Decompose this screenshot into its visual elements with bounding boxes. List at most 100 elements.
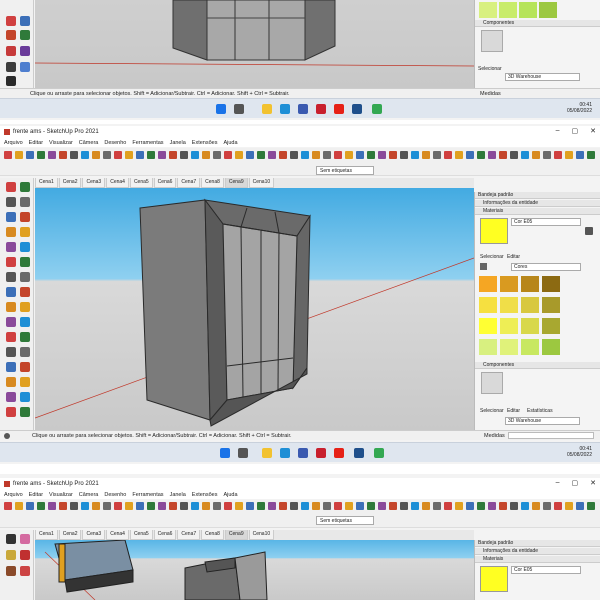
toolbar-tool-icon[interactable] — [510, 502, 518, 510]
toolbar-tool-icon[interactable] — [213, 151, 221, 159]
maximize-icon[interactable]: ▢ — [572, 127, 579, 135]
scene-tab[interactable]: Cena5 — [129, 178, 153, 188]
scene-tab[interactable]: Cena4 — [106, 178, 129, 188]
scene-tab[interactable]: Cena4 — [106, 530, 129, 540]
color-swatch[interactable] — [521, 318, 539, 334]
material-name-field[interactable]: Cor E05 — [511, 218, 581, 226]
orbit-icon[interactable] — [6, 46, 16, 56]
select-tab[interactable]: Selecionar — [478, 66, 502, 72]
toolbar-tool-icon[interactable] — [301, 502, 309, 510]
toolbar-tool-icon[interactable] — [411, 151, 419, 159]
menu-camera[interactable]: Câmera — [79, 140, 99, 146]
color-swatch[interactable] — [479, 339, 497, 355]
toolbar-tool-icon[interactable] — [532, 151, 540, 159]
toolbar-tool-icon[interactable] — [125, 151, 133, 159]
scene-tab[interactable]: Cena1 — [35, 530, 58, 540]
toolbar-tool-icon[interactable] — [433, 502, 441, 510]
scene-tab-active[interactable]: Cena9 — [224, 530, 248, 540]
eraser-icon[interactable] — [20, 534, 30, 544]
toolbar-tool-icon[interactable] — [224, 151, 232, 159]
mcafee-icon[interactable] — [316, 448, 326, 458]
clock[interactable]: 00:41 05/08/2022 — [567, 102, 592, 114]
toolbar-tool-icon[interactable] — [114, 151, 122, 159]
toolbar-tool-icon[interactable] — [70, 151, 78, 159]
side-tool-icon[interactable] — [6, 212, 16, 222]
explorer-icon[interactable] — [262, 448, 272, 458]
toolbar-tool-icon[interactable] — [323, 502, 331, 510]
toolbar-tool-icon[interactable] — [246, 151, 254, 159]
toolbar-tool-icon[interactable] — [554, 151, 562, 159]
toolbar-tool-icon[interactable] — [499, 151, 507, 159]
color-swatch[interactable] — [500, 339, 518, 355]
start-icon[interactable] — [220, 448, 230, 458]
toolbar-tool-icon[interactable] — [499, 502, 507, 510]
sketchup-layout-icon[interactable] — [372, 104, 382, 114]
side-tool-icon[interactable] — [20, 182, 30, 192]
edit-tab[interactable]: Editar — [507, 254, 520, 260]
toolbar-tool-icon[interactable] — [257, 151, 265, 159]
color-swatch[interactable] — [479, 318, 497, 334]
select-icon[interactable] — [6, 534, 16, 544]
sketchup-layout-icon[interactable] — [374, 448, 384, 458]
toolbar-tool-icon[interactable] — [147, 502, 155, 510]
toolbar-tool-icon[interactable] — [48, 151, 56, 159]
toolbar-tool-icon[interactable] — [257, 502, 265, 510]
scene-tab[interactable]: Cena2 — [58, 178, 82, 188]
side-tool-icon[interactable] — [6, 197, 16, 207]
toolbar-tool-icon[interactable] — [565, 151, 573, 159]
zoom-extents-icon[interactable] — [20, 62, 30, 72]
toolbar-tool-icon[interactable] — [4, 151, 12, 159]
color-swatch[interactable] — [500, 276, 518, 292]
toolbar-tool-icon[interactable] — [290, 502, 298, 510]
scene-tab[interactable]: Cena1 — [35, 178, 58, 188]
zoom-icon[interactable] — [6, 62, 16, 72]
color-swatch[interactable] — [542, 339, 560, 355]
swatch[interactable] — [539, 2, 557, 18]
toolbar-tool-icon[interactable] — [323, 151, 331, 159]
side-tool-icon[interactable] — [20, 212, 30, 222]
toolbar-tool-icon[interactable] — [543, 502, 551, 510]
close-icon[interactable]: ✕ — [590, 479, 596, 487]
store-icon[interactable] — [298, 104, 308, 114]
toolbar-tool-icon[interactable] — [136, 151, 144, 159]
toolbar-tool-icon[interactable] — [444, 151, 452, 159]
clock[interactable]: 00:41 05/08/2022 — [567, 446, 592, 458]
toolbar-tool-icon[interactable] — [48, 502, 56, 510]
color-swatch[interactable] — [542, 318, 560, 334]
scene-tab[interactable]: Cena10 — [248, 178, 275, 188]
toolbar-tool-icon[interactable] — [191, 502, 199, 510]
minimize-icon[interactable]: – — [556, 127, 560, 135]
toolbar-tool-icon[interactable] — [389, 502, 397, 510]
toolbar-tool-icon[interactable] — [345, 502, 353, 510]
material-name-field[interactable]: Cor E05 — [511, 566, 581, 574]
scene-tab-active[interactable]: Cena9 — [224, 178, 248, 188]
maximize-icon[interactable]: ▢ — [572, 479, 579, 487]
toolbar-tool-icon[interactable] — [15, 151, 23, 159]
toolbar-tool-icon[interactable] — [268, 502, 276, 510]
scene-tab[interactable]: Cena10 — [248, 530, 275, 540]
pan-icon[interactable] — [20, 46, 30, 56]
side-tool-icon[interactable] — [20, 332, 30, 342]
walk-icon[interactable] — [6, 76, 16, 86]
viewport[interactable]: Cena1 Cena2 Cena3 Cena4 Cena5 Cena6 Cena… — [35, 530, 474, 600]
toolbar-tool-icon[interactable] — [400, 502, 408, 510]
toolbar-tool-icon[interactable] — [70, 502, 78, 510]
menu-visualizar[interactable]: Visualizar — [49, 492, 73, 498]
toolbar-tool-icon[interactable] — [147, 151, 155, 159]
toolbar-tool-icon[interactable] — [576, 502, 584, 510]
toolbar-tool-icon[interactable] — [279, 151, 287, 159]
toolbar-tool-icon[interactable] — [81, 502, 89, 510]
toolbar-tool-icon[interactable] — [224, 502, 232, 510]
toolbar-tool-icon[interactable] — [4, 502, 12, 510]
explorer-icon[interactable] — [262, 104, 272, 114]
youtube-icon[interactable] — [334, 448, 344, 458]
toolbar-tool-icon[interactable] — [444, 502, 452, 510]
toolbar-tool-icon[interactable] — [466, 502, 474, 510]
toolbar-tool-icon[interactable] — [367, 151, 375, 159]
side-tool-icon[interactable] — [20, 392, 30, 402]
side-tool-icon[interactable] — [20, 347, 30, 357]
scene-tab[interactable]: Cena7 — [177, 530, 201, 540]
start-icon[interactable] — [216, 104, 226, 114]
side-tool-icon[interactable] — [6, 227, 16, 237]
toolbar-tool-icon[interactable] — [345, 151, 353, 159]
